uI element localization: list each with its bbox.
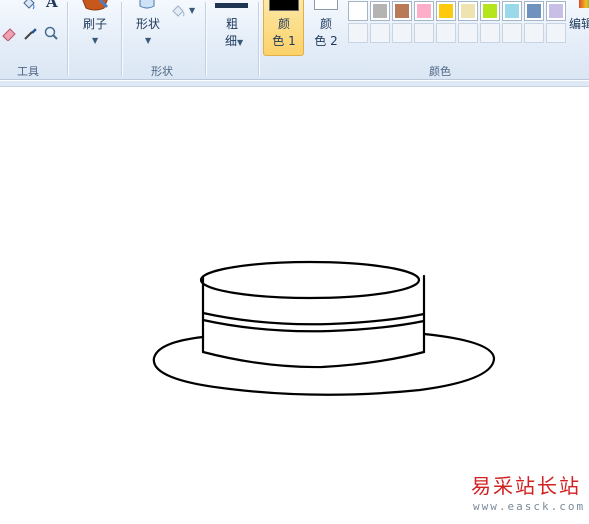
palette-swatch[interactable] [480,1,500,21]
palette-swatch-empty[interactable] [458,23,478,43]
brushes-label: 刷子 [82,17,107,31]
color1-label-top: 颜 [277,17,290,31]
swatch-color [351,4,365,18]
color2-swatch [314,0,338,10]
hat-band-second [201,318,426,333]
ribbon-bottom-strip [0,81,589,87]
edit-colors-button[interactable]: 编辑 [568,0,589,40]
swatch-color [417,4,431,18]
palette-swatch[interactable] [348,1,368,21]
palette-swatch[interactable] [414,1,434,21]
hat-band-top [201,311,426,326]
hat-brim [152,332,496,396]
fill-bucket-icon [23,0,35,10]
palette-swatch[interactable] [502,1,522,21]
text-icon: A [46,0,58,11]
palette-swatch[interactable] [524,1,544,21]
palette-swatch-empty[interactable] [524,23,544,43]
color1-button[interactable]: 颜 色 1 [263,0,304,56]
color1-swatch [269,0,299,11]
palette-swatch-empty[interactable] [370,23,390,43]
hat-crown-top [199,260,421,300]
hat-crown-bottom [201,350,426,369]
fill-tool[interactable] [20,0,38,12]
shapes-group-label: 形状 [151,65,173,78]
shapes-label: 形状 [135,17,160,31]
watermark-url: www.easck.com [473,500,586,513]
chevron-down-icon: ▼ [92,36,99,45]
fill-icon [172,5,185,17]
color-picker-tool[interactable] [21,24,39,42]
size-label-top: 粗 [225,17,238,31]
eyedropper-icon [24,28,37,40]
eraser-tool[interactable] [0,24,18,42]
palette-swatch[interactable] [392,1,412,21]
hat-drawing [152,260,496,396]
tools-group-label: 工具 [17,65,39,78]
palette-swatch-empty[interactable] [436,23,456,43]
palette-swatch[interactable] [546,1,566,21]
palette-swatch[interactable] [458,1,478,21]
palette-swatch[interactable] [370,1,390,21]
palette-swatch-empty[interactable] [502,23,522,43]
swatch-color [483,4,497,18]
chevron-down-icon: ▼ [189,6,196,15]
palette-swatch[interactable] [436,1,456,21]
ribbon: A 工具 刷子 ▼ 形状 ▼ ▼ 形状 粗 细 ▼ 颜 色 1 颜 色 2 颜色… [0,0,589,80]
separator [205,2,206,76]
color1-label-bottom: 色 1 [272,34,296,48]
chevron-down-icon: ▼ [145,36,152,45]
fill-dropdown[interactable]: ▼ [170,2,198,20]
swatch-color [439,4,453,18]
swatch-color [505,4,519,18]
shapes-button[interactable]: 形状 ▼ [126,0,170,56]
swatch-color [549,4,563,18]
palette-swatch-empty[interactable] [348,23,368,43]
size-label-bottom-text: 细 [224,34,237,48]
eraser-icon [2,28,16,41]
watermark-logo-text: 易采站长站 [471,474,581,498]
drawing-canvas[interactable]: 易采站长站 www.easck.com [0,88,589,524]
edit-colors-label: 编辑 [569,17,589,31]
palette-swatch-empty[interactable] [546,23,566,43]
brushes-button[interactable]: 刷子 ▼ [72,0,118,56]
separator [121,2,122,76]
edit-colors-icon [579,0,589,8]
swatch-color [373,4,387,18]
shapes-icon [139,0,155,9]
palette-swatch-empty[interactable] [392,23,412,43]
color2-label-bottom: 色 2 [314,34,338,48]
palette-swatch-empty[interactable] [480,23,500,43]
separator [258,2,259,76]
swatch-color [527,4,541,18]
brush-icon [82,0,109,11]
colors-group-label: 颜色 [429,65,451,78]
size-button[interactable]: 粗 细 ▼ [210,0,254,56]
color2-button[interactable]: 颜 色 2 [306,0,346,56]
magnifier-tool[interactable] [42,24,60,42]
chevron-down-icon: ▼ [237,38,244,47]
size-line-icon [215,3,248,8]
swatch-color [395,4,409,18]
palette-swatch-empty[interactable] [414,23,434,43]
swatch-color [461,4,475,18]
magnifier-icon [44,26,58,40]
separator [67,2,68,76]
color2-label-top: 颜 [319,17,332,31]
text-tool[interactable]: A [43,0,61,12]
